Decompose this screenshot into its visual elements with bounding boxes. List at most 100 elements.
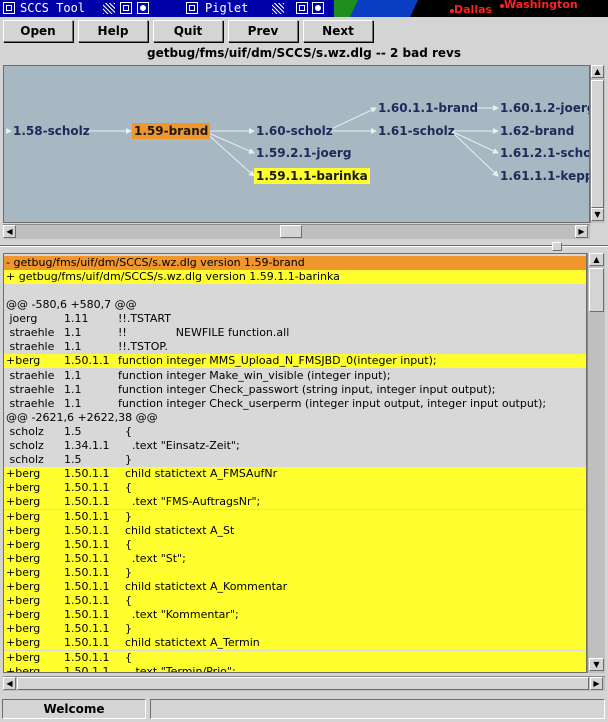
diff-code: { — [118, 481, 132, 495]
edge — [450, 130, 499, 154]
diff-revision: 1.1 — [64, 396, 82, 410]
diff-hunk-header: @@ -2621,6 +2622,38 @@ — [6, 410, 158, 424]
diff-code: child statictext A_Kommentar — [118, 580, 288, 593]
pane-resize-grip[interactable] — [552, 242, 562, 251]
edge — [203, 130, 255, 154]
window-menu-icon[interactable] — [3, 2, 15, 14]
diff-added-line: +berg 1.50.1.1 } — [4, 622, 586, 637]
second-window-title: Piglet — [205, 1, 249, 15]
diff-revision: 1.50.1.1 — [64, 509, 110, 523]
diff-revision: 1.11 — [64, 312, 89, 326]
rev-node-1-60[interactable]: 1.60-scholz — [254, 123, 335, 139]
scroll-left-icon[interactable]: ◀ — [3, 225, 16, 238]
diff-author: +berg — [6, 467, 41, 481]
diff-code: function integer MMS_Upload_N_FMSJBD_0(i… — [118, 354, 437, 368]
second-maximize-icon[interactable] — [312, 2, 324, 14]
diff-code: function integer Check_passwort (string … — [118, 382, 496, 396]
diff-revision: 1.50.1.1 — [64, 495, 110, 509]
diff-code: child statictext A_Termin — [118, 636, 260, 650]
toolbar: Open Help Quit Prev Next — [0, 17, 608, 43]
diff-added-line: +berg 1.50.1.1 { — [4, 537, 586, 552]
second-hatched-bar-icon — [272, 3, 284, 14]
diff-vertical-scrollbar[interactable]: ▲ ▼ — [587, 253, 605, 673]
edge — [203, 130, 255, 177]
diff-author: +berg — [6, 580, 41, 593]
scroll-left-icon[interactable]: ◀ — [3, 677, 16, 690]
second-window-menu-icon[interactable] — [186, 2, 198, 14]
rev-node-1-61[interactable]: 1.61-scholz — [376, 123, 457, 139]
file-title: getbug/fms/uif/dm/SCCS/s.wz.dlg -- 2 bad… — [146, 46, 461, 60]
diff-added-line: +berg 1.50.1.1 child statictext A_St — [4, 523, 586, 538]
diff-context-line: joerg 1.11 !!.TSTART — [4, 312, 586, 326]
graph-horizontal-scrollbar[interactable]: ◀ ▶ — [3, 224, 590, 239]
diff-revision: 1.50.1.1 — [64, 594, 110, 608]
diff-revision: 1.5 — [64, 424, 82, 438]
diff-revision: 1.1 — [64, 340, 82, 354]
rev-node-1-59-2-1[interactable]: 1.59.2.1-joerg — [254, 145, 353, 161]
diff-code: { — [118, 594, 132, 608]
status-welcome: Welcome — [2, 699, 146, 719]
diff-header-minus: - getbug/fms/uif/dm/SCCS/s.wz.dlg versio… — [4, 256, 586, 270]
diff-code: .text "St"; — [118, 551, 186, 565]
rev-node-1-59-selected[interactable]: 1.59-brand — [132, 123, 211, 139]
scroll-thumb[interactable] — [591, 80, 604, 208]
maximize-icon[interactable] — [137, 2, 149, 14]
diff-author: +berg — [6, 523, 41, 537]
pane-divider[interactable] — [0, 241, 608, 251]
diff-added-line: +berg 1.50.1.1 child statictext A_Komment… — [4, 580, 586, 594]
scroll-down-icon[interactable]: ▼ — [591, 208, 604, 221]
diff-context-line: straehle 1.1 function integer Check_passwo… — [4, 382, 586, 397]
diff-added-line: +berg 1.50.1.1 .text "Termin/Prio"; — [4, 664, 586, 673]
scroll-right-icon[interactable]: ▶ — [590, 677, 603, 690]
scroll-thumb[interactable] — [280, 225, 302, 238]
scroll-up-icon[interactable]: ▲ — [589, 253, 604, 266]
minimize-icon[interactable] — [120, 2, 132, 14]
diff-added-line: +berg 1.50.1.1 } — [4, 509, 586, 524]
diff-revision: 1.50.1.1 — [64, 467, 110, 481]
diff-author: +berg — [6, 565, 41, 579]
diff-added-line: +berg 1.50.1.1 { — [4, 650, 586, 665]
scroll-up-icon[interactable]: ▲ — [591, 65, 604, 78]
hatched-bar-icon — [103, 3, 115, 14]
rev-node-1-61-1-1[interactable]: 1.61.1.1-keppel — [498, 168, 589, 184]
scroll-right-icon[interactable]: ▶ — [575, 225, 588, 238]
map-widget: Dallas Washington — [334, 0, 608, 17]
diff-added-line: +berg 1.50.1.1 { — [4, 481, 586, 496]
diff-context-line: straehle 1.1 function integer Check_userpe… — [4, 396, 586, 411]
diff-code: } — [118, 509, 132, 523]
status-message — [150, 699, 605, 719]
help-button[interactable]: Help — [78, 20, 148, 42]
diff-author: +berg — [6, 594, 41, 608]
rev-node-1-59-1-1-compared[interactable]: 1.59.1.1-barinka — [254, 168, 370, 184]
rev-node-1-60-1-2[interactable]: 1.60.1.2-joerg — [498, 100, 589, 116]
diff-revision: 1.50.1.1 — [64, 650, 110, 664]
rev-node-1-58[interactable]: 1.58-scholz — [11, 123, 92, 139]
title-bar: SCCS Tool Piglet Dallas Washington — [0, 0, 608, 17]
rev-node-1-60-1-1[interactable]: 1.60.1.1-brand — [376, 100, 480, 116]
diff-context-line: straehle 1.1 !! NEWFILE function.all — [4, 326, 586, 340]
diff-view: - getbug/fms/uif/dm/SCCS/s.wz.dlg versio… — [3, 253, 587, 673]
window-title: SCCS Tool — [20, 1, 86, 15]
diff-author: +berg — [6, 664, 41, 673]
diff-author: joerg — [6, 312, 38, 326]
map-city-label: Dallas — [454, 3, 493, 16]
quit-button[interactable]: Quit — [153, 20, 223, 42]
revision-graph: 1.58-scholz 1.59-brand 1.60-scholz 1.59.… — [3, 65, 590, 223]
diff-code: { — [118, 650, 132, 664]
scroll-thumb[interactable] — [589, 268, 604, 312]
scroll-thumb[interactable] — [17, 677, 589, 690]
rev-node-1-61-2-1[interactable]: 1.61.2.1-scholz — [498, 145, 589, 161]
next-button[interactable]: Next — [303, 20, 373, 42]
diff-horizontal-scrollbar[interactable]: ◀ ▶ — [3, 676, 605, 691]
diff-author: +berg — [6, 495, 41, 509]
diff-code: .text "FMS-AuftragsNr"; — [118, 495, 261, 509]
open-button[interactable]: Open — [3, 20, 73, 42]
rev-node-1-62[interactable]: 1.62-brand — [498, 123, 576, 139]
scroll-down-icon[interactable]: ▼ — [589, 658, 604, 671]
diff-code: child statictext A_FMSAufNr — [118, 467, 278, 481]
second-minimize-icon[interactable] — [296, 2, 308, 14]
diff-revision: 1.50.1.1 — [64, 551, 110, 565]
graph-vertical-scrollbar[interactable]: ▲ ▼ — [590, 65, 605, 223]
prev-button[interactable]: Prev — [228, 20, 298, 42]
diff-context-line: scholz 1.34.1.1 .text "Einsatz-Zeit"; — [4, 439, 586, 453]
